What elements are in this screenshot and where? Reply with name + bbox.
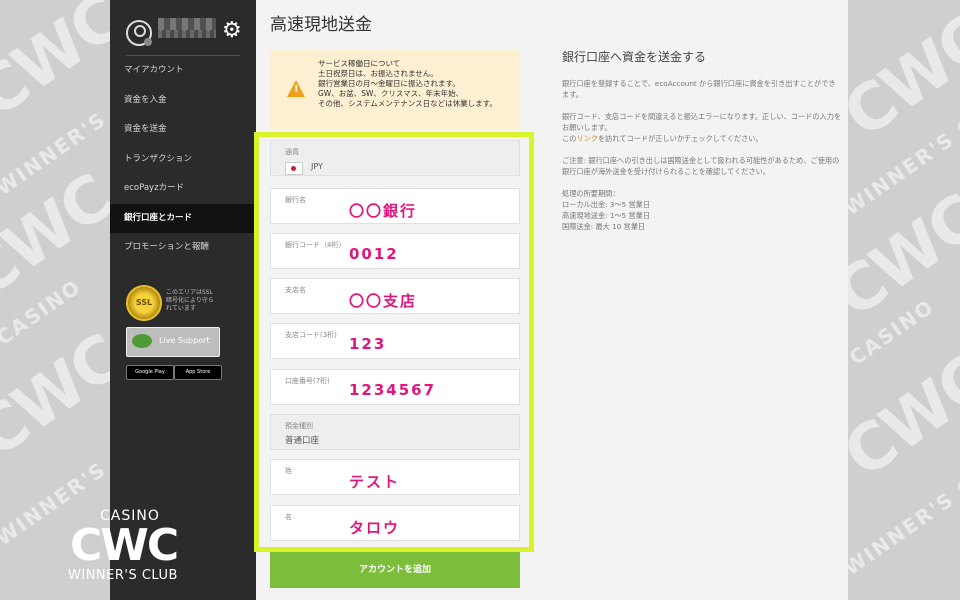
processing-title: 処理の所要期間： <box>562 189 620 198</box>
info-paragraph: 銀行コード、支店コードを間違えると振込エラーになります。正しい、コードの入力をお… <box>562 111 842 144</box>
info-text-span: を訪れてコードが正しいかチェックしてください。 <box>597 134 763 143</box>
field-label: 通貨 <box>285 148 299 156</box>
info-paragraph: ご注意: 銀行口座への引き出しは国際送金として扱われる可能性があるため、ご使用の… <box>562 156 840 176</box>
live-support-label: Live Support <box>159 336 210 345</box>
notice-line: その他、システムメンテナンス日などは休業します。 <box>318 99 497 108</box>
bank-code-field[interactable]: 銀行コード（4桁） 0012 <box>270 233 520 269</box>
processing-item: 高速現地送金: 1〜5 営業日 <box>562 211 651 220</box>
live-support-button[interactable]: Live Support <box>126 327 220 357</box>
currency-field: 通貨 JPY <box>270 140 520 176</box>
field-value: 1234567 <box>349 381 437 399</box>
notice-line: サービス稼働日について <box>318 59 401 68</box>
notice-text: サービス稼働日について 土日祝祭日は、お振込されません。 銀行営業日の月〜金曜日… <box>318 59 514 109</box>
field-value: 0012 <box>349 245 399 263</box>
ssl-badge-icon: SSL <box>126 285 162 321</box>
last-name-field[interactable]: 姓 テスト <box>270 459 520 495</box>
notice-line: GW、お盆、SW、クリスマス、年末年始、 <box>318 89 464 98</box>
gear-icon[interactable]: ⚙ <box>222 20 244 42</box>
info-title: 銀行口座へ資金を送金する <box>562 50 707 64</box>
field-label: 口座番号(7桁) <box>285 377 330 385</box>
branch-code-field[interactable]: 支店コード(3桁) 123 <box>270 323 520 359</box>
field-label: 支店コード(3桁) <box>285 331 337 339</box>
logo-brand: CWC <box>70 520 179 571</box>
first-name-field[interactable]: 名 タロウ <box>270 505 520 541</box>
sidebar-item-ecopayz-card[interactable]: ecoPayzカード <box>110 174 256 204</box>
sidebar-menu: マイアカウント 資金を入金 資金を送金 トランザクション ecoPayzカード … <box>110 56 256 263</box>
processing-item: 国際送金: 最大 10 営業日 <box>562 222 646 231</box>
watermark-right: CWC WINNER'S CLUB CWC CASINO CWC WINNER'… <box>848 0 960 600</box>
main-panel: 高速現地送金 ! サービス稼働日について 土日祝祭日は、お振込されません。 銀行… <box>254 0 848 600</box>
watermark-brand: CWC <box>0 321 110 473</box>
username-blurred-line <box>158 30 216 38</box>
notice-line: 土日祝祭日は、お振込されません。 <box>318 69 438 78</box>
field-label: 銀行名 <box>285 196 306 204</box>
japan-flag-icon <box>285 162 303 175</box>
field-label: 預金種別 <box>285 422 313 430</box>
sidebar-item-send[interactable]: 資金を送金 <box>110 115 256 145</box>
field-label: 名 <box>285 513 292 521</box>
field-label: 銀行コード（4桁） <box>285 241 346 249</box>
field-value: 普通口座 <box>285 436 320 446</box>
info-text-span: この <box>562 134 577 143</box>
sidebar-item-transactions[interactable]: トランザクション <box>110 145 256 175</box>
cwc-logo: CASINO CWC WINNER'S CLUB <box>66 508 196 588</box>
currency-value: JPY <box>311 162 323 171</box>
info-paragraph: 銀行口座を登録することで、ecoAccount から銀行口座に資金を引き出すこと… <box>562 79 836 99</box>
account-type-select[interactable]: 預金種別 普通口座 <box>270 414 520 450</box>
bank-name-field[interactable]: 銀行名 〇〇銀行 <box>270 188 520 224</box>
processing-item: ローカル出金: 3〜5 営業日 <box>562 200 651 209</box>
account-number-field[interactable]: 口座番号(7桁) 1234567 <box>270 369 520 405</box>
app-store-button[interactable]: App Store <box>174 365 222 380</box>
info-text: 銀行口座を登録することで、ecoAccount から銀行口座に資金を引き出すこと… <box>562 78 842 232</box>
sidebar-item-promotions[interactable]: プロモーションと報酬 <box>110 233 256 263</box>
chat-bubble-icon <box>132 334 152 348</box>
field-value: 〇〇銀行 <box>349 202 418 220</box>
branch-name-field[interactable]: 支店名 〇〇支店 <box>270 278 520 314</box>
notice-line: 銀行営業日の月〜金曜日に振込されます。 <box>318 79 460 88</box>
service-notice: ! サービス稼働日について 土日祝祭日は、お振込されません。 銀行営業日の月〜金… <box>270 50 520 130</box>
warning-icon: ! <box>287 80 305 97</box>
field-value: 123 <box>349 335 387 353</box>
user-row: ⚙ <box>126 0 242 56</box>
google-play-button[interactable]: Google Play <box>126 365 174 380</box>
ssl-text: このエリアはSSL暗号化により守られています <box>166 289 214 312</box>
sidebar-item-bank-accounts[interactable]: 銀行口座とカード <box>110 203 256 233</box>
sidebar-item-deposit[interactable]: 資金を入金 <box>110 86 256 116</box>
field-value: 〇〇支店 <box>349 292 418 310</box>
field-value: テスト <box>349 473 401 491</box>
field-label: 姓 <box>285 467 292 475</box>
logo-tagline: WINNER'S CLUB <box>68 568 178 583</box>
field-value: タロウ <box>349 519 401 537</box>
page-title: 高速現地送金 <box>270 15 372 35</box>
add-account-button[interactable]: アカウントを追加 <box>270 552 520 588</box>
code-check-link[interactable]: リンク <box>576 134 598 143</box>
field-label: 支店名 <box>285 286 306 294</box>
info-text-span: 銀行コード、支店コードを間違えると振込エラーになります。正しい、コードの入力をお… <box>562 112 842 132</box>
sidebar-item-my-account[interactable]: マイアカウント <box>110 56 256 86</box>
badge-icon <box>144 38 152 46</box>
